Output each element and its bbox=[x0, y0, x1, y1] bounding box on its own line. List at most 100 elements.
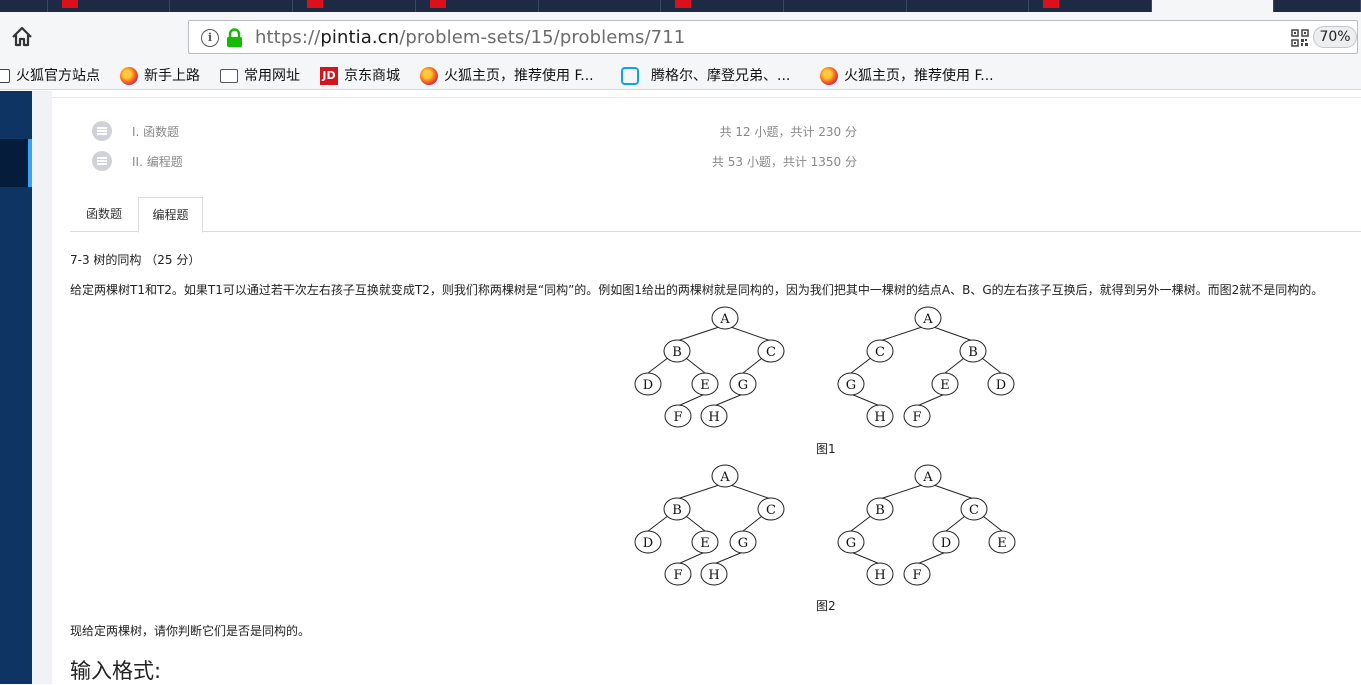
problem-title: 7-3 树的同构 （25 分） bbox=[70, 253, 201, 267]
section-score: 共 53 小题，共计 1350 分 bbox=[711, 155, 857, 169]
bookmark-item[interactable]: 常用网址 bbox=[220, 65, 315, 87]
section-score: 共 12 小题，共计 230 分 bbox=[719, 125, 857, 139]
tree-node-label: H bbox=[874, 568, 885, 583]
bookmark-item[interactable]: JD 京东商城 bbox=[320, 65, 415, 87]
lock-icon[interactable] bbox=[226, 28, 243, 48]
browser-tab[interactable] bbox=[0, 0, 48, 12]
tree-node-label: D bbox=[941, 536, 951, 551]
folder-icon bbox=[220, 69, 238, 83]
browser-tab[interactable] bbox=[48, 0, 170, 12]
bookmark-label: 火狐主页，推荐使用 F... bbox=[444, 68, 594, 84]
figure-1-image: A B C D E G F H A C B G E D H F bbox=[634, 306, 1015, 428]
firefox-icon bbox=[820, 67, 838, 85]
qr-code-icon[interactable] bbox=[1291, 29, 1309, 47]
tree-node-label: G bbox=[846, 378, 856, 393]
bookmark-item[interactable]: 火狐官方站点 bbox=[0, 65, 112, 87]
tree-node-label: D bbox=[643, 378, 653, 393]
tree-node-label: H bbox=[874, 410, 885, 425]
browser-tab[interactable] bbox=[1274, 0, 1361, 12]
home-icon[interactable] bbox=[10, 25, 34, 49]
divider bbox=[52, 97, 1361, 98]
section-name: I. 函数题 bbox=[132, 125, 180, 139]
tree-node-label: C bbox=[766, 345, 776, 360]
zoom-indicator[interactable]: 70% bbox=[1313, 26, 1357, 48]
browser-tab-active[interactable] bbox=[1152, 0, 1274, 12]
tree-node-label: H bbox=[708, 410, 719, 425]
tree-node-label: D bbox=[643, 536, 653, 551]
bookmark-label: 京东商城 bbox=[344, 68, 400, 84]
browser-tab[interactable] bbox=[661, 0, 784, 12]
browser-tab[interactable] bbox=[416, 0, 539, 12]
problem-description: 给定两棵树T1和T2。如果T1可以通过若干次左右孩子互换就变成T2，则我们称两棵… bbox=[70, 283, 1324, 297]
tree-node-label: F bbox=[912, 410, 921, 425]
info-icon[interactable]: i bbox=[201, 29, 219, 47]
problem-type-tabs: 函数题 编程题 bbox=[70, 197, 1361, 233]
browser-tab[interactable] bbox=[293, 0, 416, 12]
bookmark-item[interactable]: 火狐主页，推荐使用 F... bbox=[820, 65, 1015, 87]
section-name: II. 编程题 bbox=[132, 155, 183, 169]
problem-question: 现给定两棵树，请你判断它们是否是同构的。 bbox=[70, 624, 311, 638]
tree-node-label: F bbox=[673, 568, 682, 583]
tab-favicon bbox=[1043, 0, 1059, 8]
bookmarks-bar: 火狐官方站点 新手上路 常用网址 JD 京东商城 火狐主页，推荐使用 F... … bbox=[0, 62, 1361, 90]
tree-node-label: A bbox=[719, 312, 730, 327]
problem-section-row[interactable]: II. 编程题 共 53 小题，共计 1350 分 bbox=[52, 150, 1361, 172]
sidebar-active-indicator bbox=[28, 139, 32, 187]
bookmark-item[interactable]: 腾格尔、摩登兄弟、... bbox=[621, 65, 811, 87]
bookmark-label: 腾格尔、摩登兄弟、... bbox=[651, 68, 791, 84]
figure-2-image: A B C D E G F H A B C G D E H F bbox=[634, 464, 1016, 586]
tab-favicon bbox=[675, 0, 691, 8]
url-text[interactable]: https://pintia.cn/problem-sets/15/proble… bbox=[255, 27, 685, 48]
tree-node-label: E bbox=[997, 536, 1007, 551]
tree-node-label: G bbox=[846, 536, 856, 551]
bookmark-item[interactable]: 火狐主页，推荐使用 F... bbox=[420, 65, 615, 87]
bookmark-label: 火狐官方站点 bbox=[16, 68, 100, 84]
bookmark-item[interactable]: 新手上路 bbox=[120, 65, 215, 87]
list-icon bbox=[92, 151, 112, 171]
tab-favicon bbox=[307, 0, 323, 8]
bilibili-icon bbox=[621, 67, 639, 85]
main-content: I. 函数题 共 12 小题，共计 230 分 II. 编程题 共 53 小题，… bbox=[52, 91, 1361, 684]
browser-tab[interactable] bbox=[539, 0, 661, 12]
tree-node-label: A bbox=[922, 312, 933, 327]
tree-node-label: H bbox=[708, 568, 719, 583]
tree-node-label: F bbox=[673, 410, 682, 425]
browser-tab[interactable] bbox=[784, 0, 907, 12]
tab-programming-problems[interactable]: 编程题 bbox=[138, 197, 203, 233]
tree-node-label: E bbox=[940, 378, 950, 393]
firefox-icon bbox=[0, 69, 10, 83]
browser-tab[interactable] bbox=[170, 0, 293, 12]
tree-node-label: G bbox=[738, 378, 748, 393]
browser-tab[interactable] bbox=[907, 0, 1029, 12]
figure-1-caption: 图1 bbox=[816, 442, 836, 456]
tree-node-label: A bbox=[719, 470, 730, 485]
browser-tab[interactable] bbox=[1029, 0, 1152, 12]
tree-node-label: E bbox=[700, 536, 710, 551]
list-icon bbox=[92, 121, 112, 141]
tab-favicon bbox=[430, 0, 446, 8]
bookmark-label: 新手上路 bbox=[144, 68, 200, 84]
bookmark-label: 常用网址 bbox=[244, 68, 300, 84]
firefox-icon bbox=[120, 67, 138, 85]
left-sidebar bbox=[0, 91, 32, 684]
tree-node-label: B bbox=[672, 345, 682, 360]
tree-node-label: C bbox=[875, 345, 885, 360]
tree-node-label: C bbox=[969, 503, 979, 518]
input-format-heading: 输入格式: bbox=[70, 659, 162, 683]
page-viewport: I. 函数题 共 12 小题，共计 230 分 II. 编程题 共 53 小题，… bbox=[0, 91, 1361, 684]
tree-node-label: B bbox=[968, 345, 978, 360]
firefox-icon bbox=[420, 67, 438, 85]
bookmark-label: 火狐主页，推荐使用 F... bbox=[844, 68, 994, 84]
browser-tab-strip bbox=[0, 0, 1361, 12]
tab-function-problems[interactable]: 函数题 bbox=[70, 197, 138, 232]
tree-node-label: E bbox=[700, 378, 710, 393]
tree-node-label: A bbox=[922, 470, 933, 485]
tree-node-label: D bbox=[996, 378, 1006, 393]
address-bar[interactable]: i https://pintia.cn/problem-sets/15/prob… bbox=[188, 20, 1358, 54]
problem-section-row[interactable]: I. 函数题 共 12 小题，共计 230 分 bbox=[52, 120, 1361, 142]
tree-node-label: C bbox=[766, 503, 776, 518]
browser-toolbar: i https://pintia.cn/problem-sets/15/prob… bbox=[0, 12, 1361, 62]
tree-node-label: B bbox=[875, 503, 885, 518]
tree-node-label: F bbox=[912, 568, 921, 583]
tree-node-label: B bbox=[672, 503, 682, 518]
